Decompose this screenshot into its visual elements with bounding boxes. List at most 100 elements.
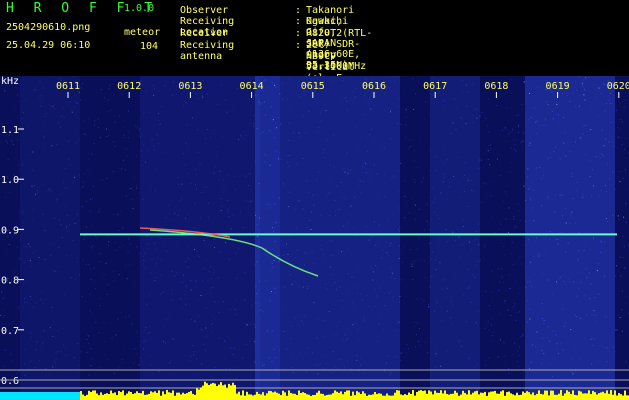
noise-dot [266, 255, 268, 256]
noise-dot [202, 324, 204, 326]
noise-dot [537, 284, 539, 285]
level-bar [118, 391, 120, 400]
noise-dot [582, 196, 584, 198]
noise-dot [575, 316, 577, 318]
noise-dot [607, 153, 609, 155]
noise-dot [423, 260, 425, 262]
noise-dot [459, 257, 461, 259]
noise-dot [213, 133, 215, 135]
noise-dot [60, 115, 62, 117]
noise-dot [173, 370, 175, 372]
noise-dot [19, 169, 21, 171]
noise-dot [487, 319, 489, 321]
noise-dot [72, 145, 74, 147]
noise-dot [474, 346, 476, 348]
noise-dot [338, 113, 340, 115]
level-bar [498, 393, 500, 400]
noise-dot [399, 245, 400, 247]
noise-dot [547, 104, 549, 106]
noise-dot [162, 362, 164, 364]
noise-dot [319, 244, 321, 246]
noise-dot [591, 195, 592, 196]
noise-dot [69, 101, 71, 103]
noise-dot [341, 251, 343, 253]
noise-dot [304, 110, 305, 111]
noise-dot [497, 268, 499, 270]
noise-dot [60, 127, 62, 128]
noise-dot [4, 197, 6, 199]
noise-dot [69, 224, 71, 226]
noise-dot [510, 131, 511, 133]
noise-dot [360, 293, 362, 295]
noise-dot [403, 313, 405, 315]
noise-dot [546, 235, 548, 237]
noise-dot [608, 324, 610, 326]
noise-dot [580, 318, 582, 320]
noise-dot [572, 243, 574, 245]
noise-dot [505, 136, 506, 138]
noise-dot [352, 304, 354, 306]
noise-dot [218, 198, 220, 200]
noise-dot [262, 365, 264, 366]
noise-dot [436, 300, 438, 302]
noise-dot [27, 146, 28, 147]
noise-dot [162, 291, 164, 293]
noise-dot [618, 219, 620, 220]
noise-dot [202, 280, 204, 282]
noise-dot [443, 173, 445, 175]
noise-dot [580, 225, 582, 227]
noise-dot [214, 130, 216, 132]
noise-dot [582, 82, 584, 84]
noise-dot [600, 189, 602, 191]
noise-dot [397, 130, 399, 132]
noise-dot [593, 185, 594, 187]
noise-dot [595, 286, 597, 287]
noise-dot [305, 76, 307, 78]
level-bar [394, 392, 396, 400]
noise-dot [350, 205, 352, 207]
noise-dot [484, 297, 486, 299]
noise-dot [110, 175, 111, 177]
level-bar [106, 393, 108, 400]
noise-dot [536, 132, 538, 134]
noise-dot [87, 170, 89, 172]
noise-dot [604, 110, 606, 112]
noise-dot [106, 293, 108, 295]
noise-dot [185, 304, 187, 306]
noise-dot [518, 114, 519, 116]
noise-dot [130, 263, 132, 265]
noise-dot [32, 250, 34, 252]
noise-dot [565, 322, 567, 324]
noise-dot [581, 141, 583, 143]
noise-dot [151, 218, 153, 220]
noise-dot [311, 112, 312, 114]
noise-dot [424, 118, 425, 120]
noise-dot [4, 90, 6, 92]
noise-dot [52, 243, 54, 245]
noise-dot [45, 368, 47, 370]
noise-dot [267, 289, 268, 291]
level-bar [580, 391, 582, 400]
noise-dot [432, 251, 434, 253]
noise-dot [562, 180, 564, 182]
noise-dot [43, 260, 44, 261]
noise-dot [613, 346, 615, 348]
noise-dot [406, 251, 407, 252]
noise-dot [504, 300, 506, 302]
noise-dot [260, 170, 262, 172]
noise-dot [476, 253, 478, 255]
noise-dot [44, 259, 46, 260]
noise-dot [504, 354, 506, 356]
noise-dot [15, 87, 17, 89]
noise-dot [89, 198, 91, 200]
noise-dot [42, 87, 44, 89]
noise-dot [17, 94, 18, 96]
noise-dot [274, 241, 276, 242]
noise-dot [539, 253, 540, 255]
noise-dot [63, 139, 65, 141]
noise-dot [222, 301, 224, 302]
noise-dot [585, 268, 587, 270]
noise-dot [256, 224, 258, 226]
noise-dot [204, 349, 206, 351]
level-bar [312, 395, 314, 400]
